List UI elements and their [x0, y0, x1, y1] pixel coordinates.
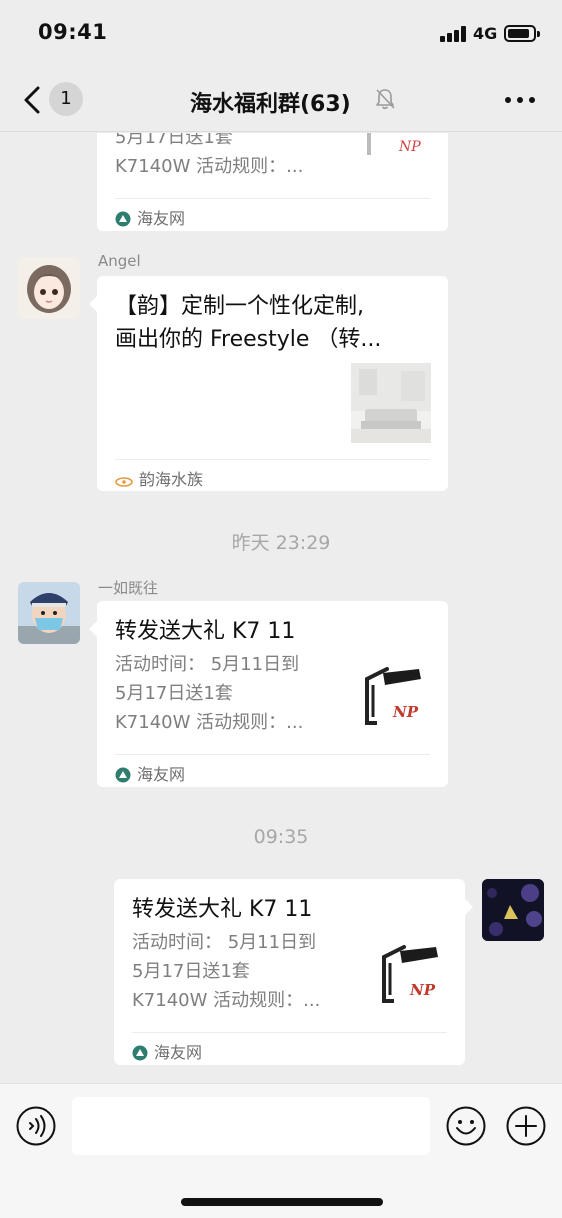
link-card[interactable]: 5月17日送1套 K7140W 活动规则：... NP 海友网: [97, 133, 448, 231]
sender-name: Angel: [98, 252, 141, 270]
source-logo-icon: [115, 477, 133, 487]
battery-icon: [504, 25, 540, 42]
lamp-thumbnail: NP: [370, 935, 450, 1015]
card-description-line: 活动时间： 5月11日到: [115, 654, 300, 675]
card-description-line: 5月17日送1套: [132, 961, 250, 982]
room-thumbnail: [351, 363, 431, 443]
card-title: 转发送大礼 K7 11: [132, 897, 313, 922]
card-title-line: 画出你的 Freestyle （转...: [115, 327, 382, 352]
card-source: 海友网: [115, 761, 185, 785]
network-type: 4G: [473, 24, 498, 43]
cellular-signal-icon: [440, 26, 466, 42]
avatar-image: [18, 582, 80, 644]
status-time: 09:41: [38, 20, 108, 44]
source-logo-icon: [115, 767, 131, 783]
card-description-line: K7140W 活动规则：...: [132, 990, 321, 1011]
voice-input-button[interactable]: [16, 1106, 56, 1146]
chat-messages[interactable]: 5月17日送1套 K7140W 活动规则：... NP 海友网 Angel 【韵…: [0, 133, 562, 1083]
card-source: 海友网: [132, 1039, 202, 1063]
svg-text:NP: NP: [409, 981, 436, 999]
avatar-image: [18, 257, 80, 319]
avatar[interactable]: [18, 582, 80, 644]
card-description-line: 5月17日送1套: [115, 683, 233, 704]
message-text-field[interactable]: [72, 1097, 430, 1155]
status-bar: 09:41 4G: [0, 0, 562, 66]
lamp-thumbnail: NP: [367, 133, 421, 155]
link-card[interactable]: 转发送大礼 K7 11 活动时间： 5月11日到 5月17日送1套 K7140W…: [89, 601, 448, 787]
my-avatar[interactable]: [482, 879, 544, 941]
chevron-left-icon: [24, 86, 40, 114]
card-source: 海友网: [115, 205, 185, 229]
message-input-bar: [0, 1083, 562, 1218]
more-functions-button[interactable]: [506, 1106, 546, 1146]
source-logo-icon: [132, 1045, 148, 1061]
home-indicator[interactable]: [181, 1198, 383, 1206]
card-description-line: K7140W 活动规则：...: [115, 156, 304, 177]
svg-text:NP: NP: [392, 703, 419, 721]
time-divider: 09:35: [253, 826, 309, 848]
emoji-button[interactable]: [446, 1106, 486, 1146]
svg-text:NP: NP: [398, 139, 421, 155]
time-divider: 昨天 23:29: [231, 532, 331, 554]
chat-header: 1 海水福利群(63): [0, 66, 562, 132]
mute-bell-icon: [376, 89, 395, 110]
link-card[interactable]: 【韵】定制一个性化定制, 画出你的 Freestyle （转... 韵海水族: [89, 276, 448, 491]
card-title-line: 【韵】定制一个性化定制,: [115, 294, 364, 319]
sender-name: 一如既往: [98, 579, 159, 597]
card-description-line: 活动时间： 5月11日到: [132, 932, 317, 953]
card-description-line: 5月17日送1套: [115, 133, 233, 148]
card-source: 韵海水族: [115, 466, 203, 490]
chat-title: 海水福利群(63): [190, 92, 351, 117]
back-button[interactable]: [14, 80, 54, 120]
link-card[interactable]: 转发送大礼 K7 11 活动时间： 5月11日到 5月17日送1套 K7140W…: [114, 879, 473, 1065]
more-options-button[interactable]: [502, 88, 538, 112]
card-title: 转发送大礼 K7 11: [115, 619, 296, 644]
source-logo-icon: [115, 211, 131, 227]
avatar[interactable]: [18, 257, 80, 319]
lamp-thumbnail: NP: [353, 657, 433, 737]
unread-count-badge[interactable]: 1: [49, 82, 83, 116]
avatar-image: [482, 879, 544, 941]
card-description-line: K7140W 活动规则：...: [115, 712, 304, 733]
